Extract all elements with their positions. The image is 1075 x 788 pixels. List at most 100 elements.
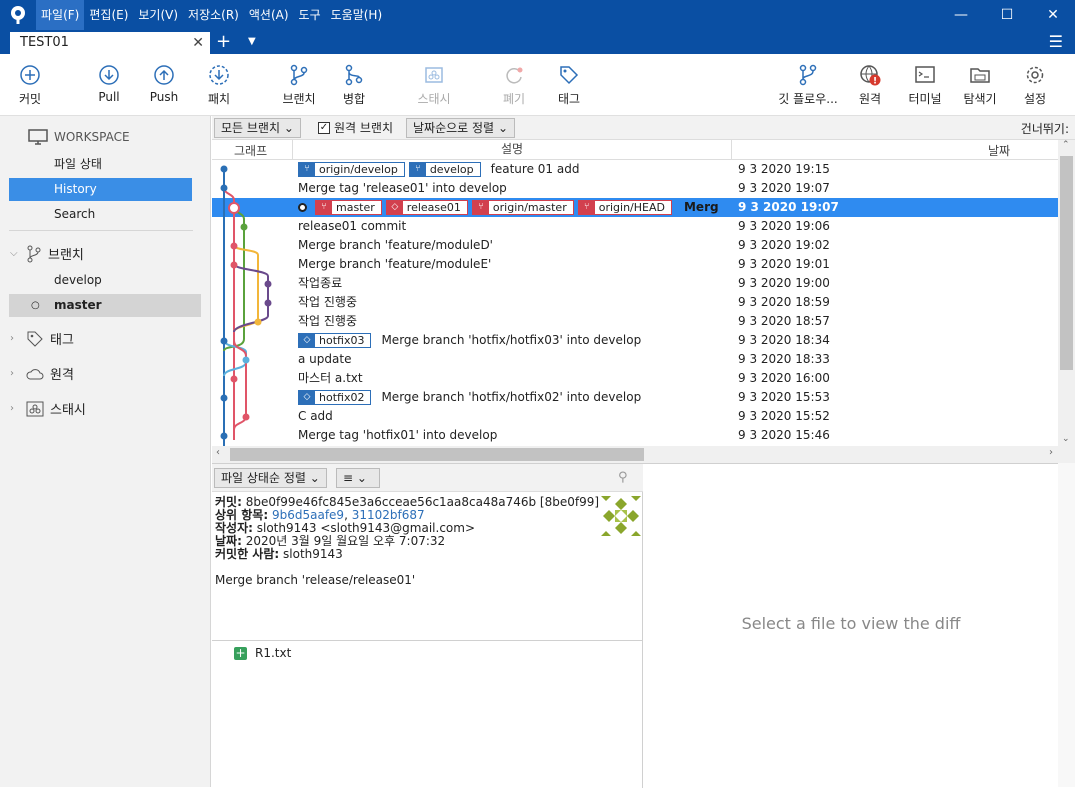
commit-button[interactable]: 커밋 (0, 64, 60, 107)
commit-row[interactable]: 마스터 a.txt 9 3 2020 16:00 (212, 369, 1058, 388)
repo-tab[interactable]: TEST01 ✕ (10, 32, 210, 54)
gitflow-button[interactable]: 깃 플로우... (777, 64, 839, 107)
sidebar-item-file-status[interactable]: 파일 상태 (9, 153, 192, 176)
menu-repository[interactable]: 저장소(R) (183, 0, 244, 30)
hamburger-menu-icon[interactable]: ☰ (1049, 30, 1063, 54)
new-tab-button[interactable]: + (216, 30, 231, 54)
tag-badge[interactable]: ◇ hotfix03 (298, 333, 372, 348)
sidebar-group-remotes[interactable]: › 원격 (10, 364, 74, 383)
menu-tools[interactable]: 도구 (294, 0, 326, 30)
repo-tab-title: TEST01 (20, 35, 69, 50)
sidebar-item-branch-master[interactable]: ○ master (9, 294, 201, 317)
current-branch-icon: ○ (31, 300, 40, 311)
branch-badge[interactable]: ⑂ master (315, 200, 382, 215)
remote-globe-icon: ! (860, 65, 881, 86)
discard-icon (506, 67, 523, 84)
commit-message: release01 commit (298, 219, 407, 233)
sidebar-item-search[interactable]: Search (9, 203, 192, 226)
menu-help[interactable]: 도움말(H) (326, 0, 388, 30)
merge-button[interactable]: 병합 (324, 64, 384, 107)
close-window-button[interactable]: ✕ (1030, 0, 1075, 30)
commit-date: 9 3 2020 18:34 (738, 333, 830, 347)
column-date[interactable]: 날짜 (988, 142, 1010, 159)
commit-date: 9 3 2020 19:00 (738, 276, 830, 290)
commit-message: Merge branch 'feature/moduleE' (298, 257, 492, 271)
commit-row[interactable]: Merge branch 'feature/moduleD' 9 3 2020 1… (212, 236, 1058, 255)
commit-row[interactable]: 작업 진행중 9 3 2020 18:57 (212, 312, 1058, 331)
details-toolbar: 파일 상태순 정렬 ⌄ ≡ ⌄ ⚲ (212, 464, 643, 492)
commit-message: 작업 진행중 (298, 295, 358, 309)
sidebar-group-stashes[interactable]: › 스태시 (10, 399, 86, 418)
commit-row[interactable]: Merge tag 'hotfix01' into develop 9 3 202… (212, 426, 1058, 445)
diff-scrollbar[interactable] (1058, 463, 1075, 787)
explorer-button[interactable]: 탐색기 (950, 64, 1010, 107)
commit-description: ◇ hotfix02 Merge branch 'hotfix/hotfix02' … (298, 388, 641, 407)
branch-badge[interactable]: ⑂ origin/HEAD (577, 200, 672, 215)
scroll-right-icon[interactable]: › (1049, 447, 1053, 458)
commit-row[interactable]: ⑂ master ◇ release01 ⑂ origin/master ⑂ origin/H… (212, 198, 1058, 217)
file-item[interactable]: + R1.txt (234, 646, 291, 660)
branch-filter-dropdown[interactable]: 모든 브랜치 ⌄ (214, 118, 301, 138)
branch-badge[interactable]: ⑂ origin/develop (298, 162, 405, 177)
diff-placeholder: Select a file to view the diff (741, 614, 961, 633)
tag-badge[interactable]: ◇ hotfix02 (298, 390, 372, 405)
branch-badge[interactable]: ⑂ origin/master (471, 200, 574, 215)
menu-edit[interactable]: 편집(E) (84, 0, 133, 30)
pull-button[interactable]: Pull (79, 64, 139, 104)
settings-button[interactable]: 설정 (1005, 64, 1065, 107)
list-view-icon: ≡ (343, 471, 354, 485)
commit-row[interactable]: Merge branch 'feature/moduleE' 9 3 2020 1… (212, 255, 1058, 274)
stash-button[interactable]: 스태시 (404, 64, 464, 107)
push-button[interactable]: Push (134, 64, 194, 104)
sidebar-group-tags[interactable]: › 태그 (10, 329, 74, 348)
branch-button[interactable]: 브랜치 (269, 64, 329, 107)
commit-row[interactable]: 작업종료 9 3 2020 19:00 (212, 274, 1058, 293)
menu-file[interactable]: 파일(F) (36, 0, 85, 30)
commit-description: 마스터 a.txt (298, 369, 363, 388)
menu-view[interactable]: 보기(V) (133, 0, 183, 30)
sidebar-group-branches[interactable]: ⌵ 브랜치 (10, 244, 84, 263)
sidebar: WORKSPACE 파일 상태 History Search ⌵ 브랜치 dev… (0, 116, 211, 787)
commit-row[interactable]: ◇ hotfix03 Merge branch 'hotfix/hotfix03' … (212, 331, 1058, 350)
commit-date: 9 3 2020 15:53 (738, 390, 830, 404)
menu-actions[interactable]: 액션(A) (244, 0, 294, 30)
remote-button[interactable]: ! 원격 (840, 64, 900, 107)
avatar (601, 496, 641, 536)
discard-button[interactable]: 폐기 (484, 64, 544, 107)
commit-description: 작업 진행중 (298, 293, 357, 312)
commit-row[interactable]: C add 9 3 2020 15:52 (212, 407, 1058, 426)
commit-description: Merge tag 'release01' into develop (298, 179, 507, 198)
commit-row[interactable]: ⑂ origin/develop ⑂ develop feature 01 add 9 3… (212, 160, 1058, 179)
file-sort-dropdown[interactable]: 파일 상태순 정렬 ⌄ (214, 468, 327, 488)
column-graph[interactable]: 그래프 (234, 142, 267, 159)
commit-row[interactable]: ◇ hotfix02 Merge branch 'hotfix/hotfix02' … (212, 388, 1058, 407)
scroll-up-icon[interactable]: ⌃ (1062, 140, 1070, 150)
column-description[interactable]: 설명 (292, 140, 732, 159)
close-tab-icon[interactable]: ✕ (192, 32, 204, 54)
search-icon[interactable]: ⚲ (618, 470, 628, 485)
vertical-scroll-thumb[interactable] (1060, 156, 1073, 370)
tab-dropdown-icon[interactable]: ▼ (248, 30, 256, 54)
scroll-left-icon[interactable]: ‹ (216, 447, 220, 458)
parent-link-1[interactable]: 9b6d5aafe9 (272, 508, 344, 522)
scroll-down-icon[interactable]: ⌄ (1062, 434, 1070, 444)
commit-row[interactable]: release01 commit 9 3 2020 19:06 (212, 217, 1058, 236)
commit-row[interactable]: 작업 진행중 9 3 2020 18:59 (212, 293, 1058, 312)
horizontal-scroll-thumb[interactable] (230, 448, 644, 461)
commit-message: Merge tag 'release01' into develop (298, 181, 507, 195)
parent-link-2[interactable]: 31102bf687 (352, 508, 425, 522)
view-mode-dropdown[interactable]: ≡ ⌄ (336, 468, 380, 488)
fetch-button[interactable]: 패치 (189, 64, 249, 107)
branch-badge[interactable]: ⑂ develop (408, 162, 481, 177)
terminal-button[interactable]: 터미널 (895, 64, 955, 107)
remote-branches-checkbox[interactable]: ✓ 원격 브랜치 (318, 119, 393, 136)
tag-badge[interactable]: ◇ release01 (385, 200, 468, 215)
sidebar-item-history[interactable]: History (9, 178, 192, 201)
commit-row[interactable]: Merge tag 'release01' into develop 9 3 20… (212, 179, 1058, 198)
sort-order-dropdown[interactable]: 날짜순으로 정렬 ⌄ (406, 118, 515, 138)
maximize-button[interactable]: ☐ (984, 0, 1030, 30)
commit-row[interactable]: a update 9 3 2020 18:33 (212, 350, 1058, 369)
sidebar-item-branch-develop[interactable]: develop (9, 269, 192, 292)
tag-button[interactable]: 태그 (539, 64, 599, 107)
minimize-button[interactable]: — (938, 0, 984, 30)
